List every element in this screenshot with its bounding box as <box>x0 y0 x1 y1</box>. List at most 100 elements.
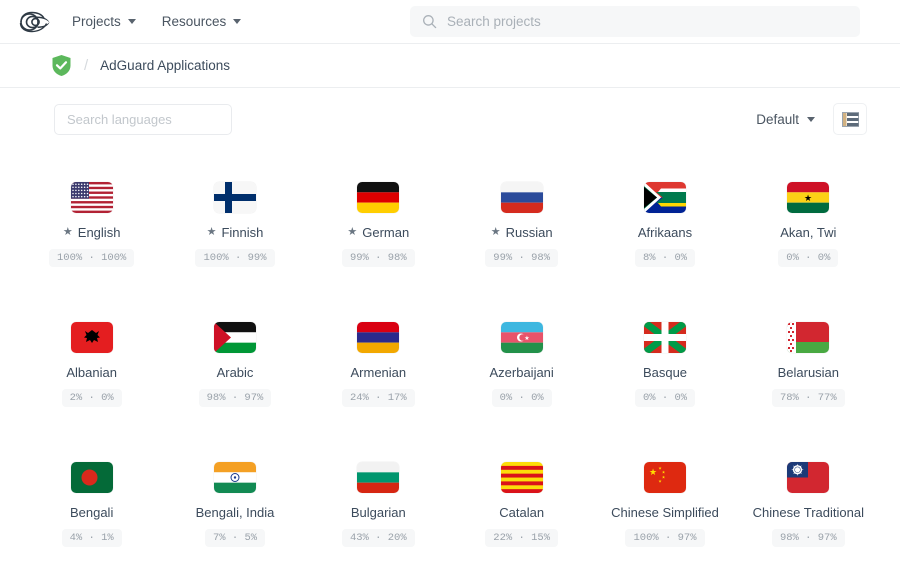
svg-text:★: ★ <box>649 467 657 477</box>
language-name: Albanian <box>66 365 117 380</box>
language-name-label: Albanian <box>66 365 117 380</box>
completion-badge: 8% · 0% <box>634 249 696 267</box>
language-name-label: English <box>77 225 121 240</box>
nav-item-resources[interactable]: Resources <box>162 14 242 29</box>
flag-by-icon <box>787 322 830 353</box>
language-name: ★ Russian <box>491 225 553 240</box>
language-name-label: Azerbaijani <box>489 365 554 380</box>
language-name: ★ German <box>347 225 409 240</box>
language-card[interactable]: Chinese Traditional 98% · 97% <box>737 444 880 576</box>
completion-badge: 22% · 15% <box>485 529 559 547</box>
language-name: Chinese Traditional <box>753 505 864 520</box>
language-name: Bengali, India <box>196 505 275 520</box>
language-name: Catalan <box>499 505 544 520</box>
breadcrumb-project-link[interactable]: AdGuard Applications <box>100 58 230 73</box>
svg-text:★: ★ <box>804 193 812 203</box>
language-name: Armenian <box>351 365 407 380</box>
completion-badge: 2% · 0% <box>61 389 122 407</box>
nav-item-projects-label: Projects <box>72 14 121 29</box>
language-card[interactable]: Afrikaans 8% · 0% <box>593 164 736 304</box>
language-name-label: Armenian <box>350 365 407 380</box>
chevron-down-icon <box>233 19 242 24</box>
completion-badge: 43% · 20% <box>341 529 415 547</box>
right-controls: Default <box>756 103 867 135</box>
language-name: Belarusian <box>778 365 839 380</box>
language-card[interactable]: Bulgarian 43% · 20% <box>307 444 450 576</box>
star-icon[interactable]: ★ <box>347 225 357 240</box>
flag-de-icon <box>357 182 400 213</box>
language-name: Akan, Twi <box>780 225 836 240</box>
language-name: ★ English <box>63 225 121 240</box>
top-navbar: Projects Resources Search projects <box>0 0 900 44</box>
search-icon <box>423 15 437 29</box>
primary-nav: Projects Resources <box>72 14 242 29</box>
language-name-label: Afrikaans <box>637 225 693 240</box>
language-card[interactable]: Arabic 98% · 97% <box>163 304 306 444</box>
language-card[interactable]: Armenian 24% · 17% <box>307 304 450 444</box>
project-search-placeholder: Search projects <box>447 14 541 29</box>
weblate-logo-icon[interactable] <box>12 7 56 37</box>
language-name-label: Chinese Simplified <box>611 505 719 520</box>
language-card[interactable]: Belarusian 78% · 77% <box>737 304 880 444</box>
language-search-input[interactable]: Search languages <box>54 103 232 135</box>
language-name-label: Bengali, India <box>195 505 275 520</box>
language-name-label: Chinese Traditional <box>752 505 864 520</box>
language-card[interactable]: Basque 0% · 0% <box>593 304 736 444</box>
list-view-icon <box>841 111 859 127</box>
controls-row: Search languages Default <box>0 88 900 150</box>
language-card[interactable]: ★ Azerbaijani 0% · 0% <box>450 304 593 444</box>
svg-text:★: ★ <box>662 475 666 480</box>
green-shield-check-icon[interactable] <box>50 54 72 78</box>
completion-badge: 100% · 99% <box>195 249 275 267</box>
language-name-label: Bulgarian <box>350 505 406 520</box>
language-name-label: Arabic <box>216 365 254 380</box>
flag-tw-icon <box>787 462 830 493</box>
completion-badge: 99% · 98% <box>485 249 559 267</box>
flag-gh-icon: ★ <box>787 182 830 213</box>
project-search-input[interactable]: Search projects <box>410 6 860 37</box>
language-card[interactable]: Bengali 4% · 1% <box>20 444 163 576</box>
flag-fi-icon <box>213 182 256 213</box>
language-name-label: Basque <box>642 365 688 380</box>
nav-item-resources-label: Resources <box>161 14 227 29</box>
list-view-toggle-button[interactable] <box>833 103 867 135</box>
flag-al-icon <box>70 322 113 353</box>
completion-badge: 100% · 100% <box>49 249 135 267</box>
language-name-label: German <box>362 225 410 240</box>
language-name: Afrikaans <box>638 225 692 240</box>
star-icon[interactable]: ★ <box>63 225 73 240</box>
chevron-down-icon <box>127 19 136 24</box>
flag-in-icon <box>213 462 256 493</box>
language-name-label: Belarusian <box>777 365 840 380</box>
language-card[interactable]: ★ Russian 99% · 98% <box>450 164 593 304</box>
language-name: Bulgarian <box>351 505 406 520</box>
language-card[interactable]: ★ ★ ★ ★ ★ Chinese Simplified 100% · 97% <box>593 444 736 576</box>
flag-bg-icon <box>357 462 400 493</box>
svg-text:★: ★ <box>524 335 529 342</box>
breadcrumb-separator: / <box>84 57 89 74</box>
completion-badge: 24% · 17% <box>341 389 415 407</box>
flag-us-icon <box>70 182 113 213</box>
language-card[interactable]: ★ German 99% · 98% <box>307 164 450 304</box>
language-card[interactable]: ★ Akan, Twi 0% · 0% <box>737 164 880 304</box>
flag-ct-icon <box>500 462 543 493</box>
language-card[interactable]: ★ Finnish 100% · 99% <box>163 164 306 304</box>
flag-bd-icon <box>70 462 113 493</box>
completion-badge: 99% · 98% <box>341 249 415 267</box>
language-card[interactable]: Bengali, India 7% · 5% <box>163 444 306 576</box>
completion-badge: 0% · 0% <box>778 249 839 267</box>
nav-item-projects[interactable]: Projects <box>72 14 136 29</box>
completion-badge: 100% · 97% <box>625 529 705 547</box>
flag-az-icon: ★ <box>500 322 543 353</box>
language-grid: ★ English 100% · 100% ★ Finnish 100% · 99% ★… <box>0 150 900 576</box>
language-name: Azerbaijani <box>489 365 553 380</box>
language-card[interactable]: Catalan 22% · 15% <box>450 444 593 576</box>
language-card[interactable]: Albanian 2% · 0% <box>20 304 163 444</box>
language-card[interactable]: ★ English 100% · 100% <box>20 164 163 304</box>
flag-ru-icon <box>500 182 543 213</box>
sort-dropdown[interactable]: Default <box>756 112 815 127</box>
star-icon[interactable]: ★ <box>207 225 217 240</box>
star-icon[interactable]: ★ <box>491 225 501 240</box>
completion-badge: 7% · 5% <box>204 529 266 547</box>
language-name: Arabic <box>217 365 254 380</box>
